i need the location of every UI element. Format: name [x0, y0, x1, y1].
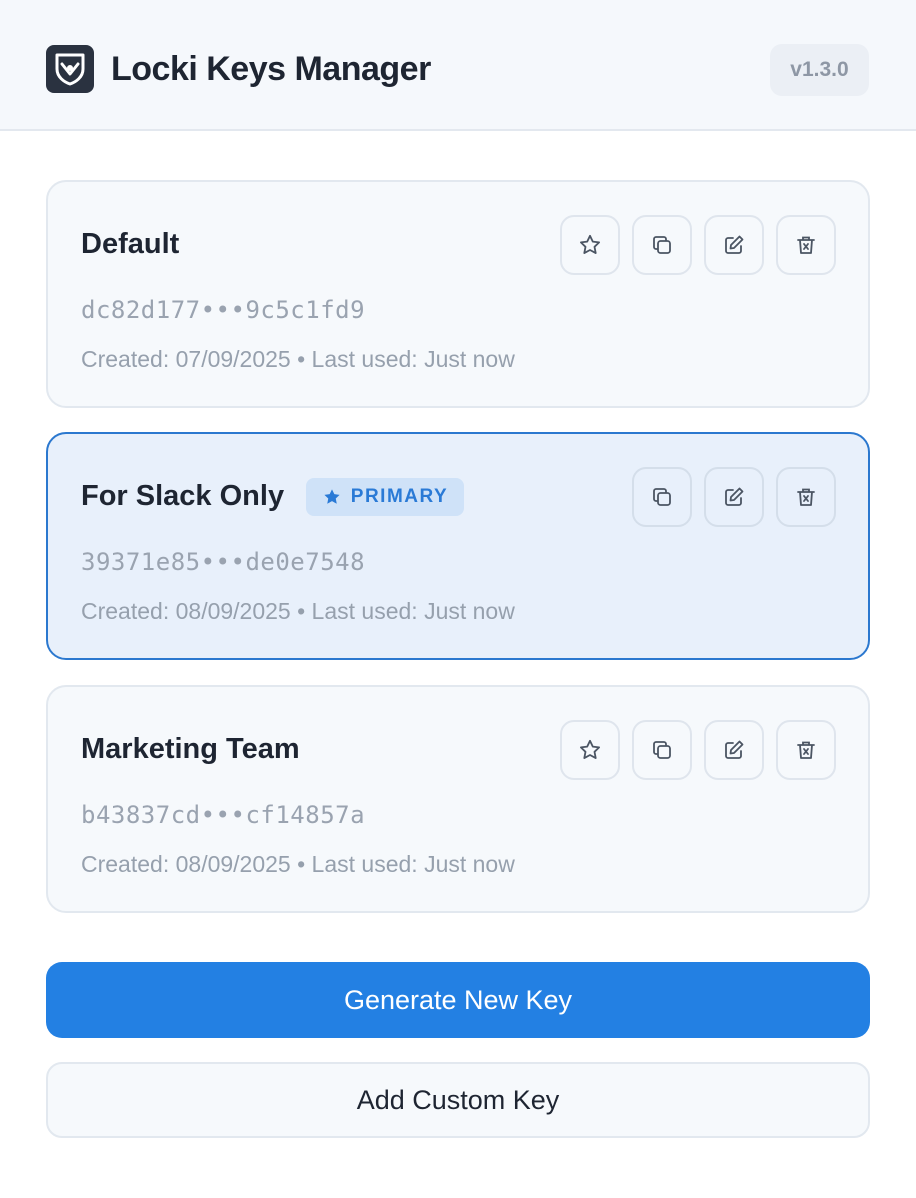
key-actions: [560, 720, 836, 780]
set-primary-button[interactable]: [560, 720, 620, 780]
add-custom-key-button[interactable]: Add Custom Key: [46, 1062, 870, 1138]
set-primary-button[interactable]: [560, 215, 620, 275]
shield-logo-icon: [46, 45, 94, 93]
primary-badge: PRIMARY: [306, 478, 464, 516]
key-card-for-slack-only: For Slack Only PRIMARY 39371e85•••de0e75…: [46, 432, 870, 660]
delete-icon: [797, 236, 815, 254]
key-actions: [632, 467, 836, 527]
app-header: Locki Keys Manager v1.3.0: [0, 0, 916, 131]
generate-new-key-button[interactable]: Generate New Key: [46, 962, 870, 1038]
key-actions: [560, 215, 836, 275]
primary-badge-label: PRIMARY: [350, 486, 449, 507]
edit-icon: [725, 740, 744, 759]
key-card-default: Default dc82d177•••9c5c1fd9 Created: 07/…: [46, 180, 870, 408]
copy-icon: [653, 741, 671, 759]
copy-button[interactable]: [632, 467, 692, 527]
key-value: dc82d177•••9c5c1fd9: [81, 296, 366, 324]
delete-button[interactable]: [776, 720, 836, 780]
copy-icon: [653, 236, 671, 254]
version-badge: v1.3.0: [770, 44, 869, 96]
key-meta: Created: 07/09/2025 • Last used: Just no…: [81, 346, 515, 372]
edit-icon: [725, 487, 744, 506]
delete-button[interactable]: [776, 215, 836, 275]
edit-button[interactable]: [704, 720, 764, 780]
key-meta: Created: 08/09/2025 • Last used: Just no…: [81, 598, 515, 624]
key-value: 39371e85•••de0e7548: [81, 548, 366, 576]
copy-button[interactable]: [632, 720, 692, 780]
key-name: Default: [81, 228, 180, 260]
edit-button[interactable]: [704, 215, 764, 275]
copy-icon: [653, 488, 671, 506]
key-card-marketing-team: Marketing Team b43837cd•••cf14857a Creat…: [46, 685, 870, 913]
delete-button[interactable]: [776, 467, 836, 527]
key-name: For Slack Only: [81, 480, 285, 512]
delete-icon: [797, 488, 815, 506]
delete-icon: [797, 741, 815, 759]
key-value: b43837cd•••cf14857a: [81, 801, 366, 829]
star-filled-icon: [324, 489, 340, 504]
key-meta: Created: 08/09/2025 • Last used: Just no…: [81, 851, 515, 877]
copy-button[interactable]: [632, 215, 692, 275]
key-name: Marketing Team: [81, 733, 300, 765]
edit-icon: [725, 235, 744, 254]
app-title: Locki Keys Manager: [111, 50, 431, 88]
edit-button[interactable]: [704, 467, 764, 527]
star-icon: [580, 234, 600, 254]
star-icon: [580, 739, 600, 759]
